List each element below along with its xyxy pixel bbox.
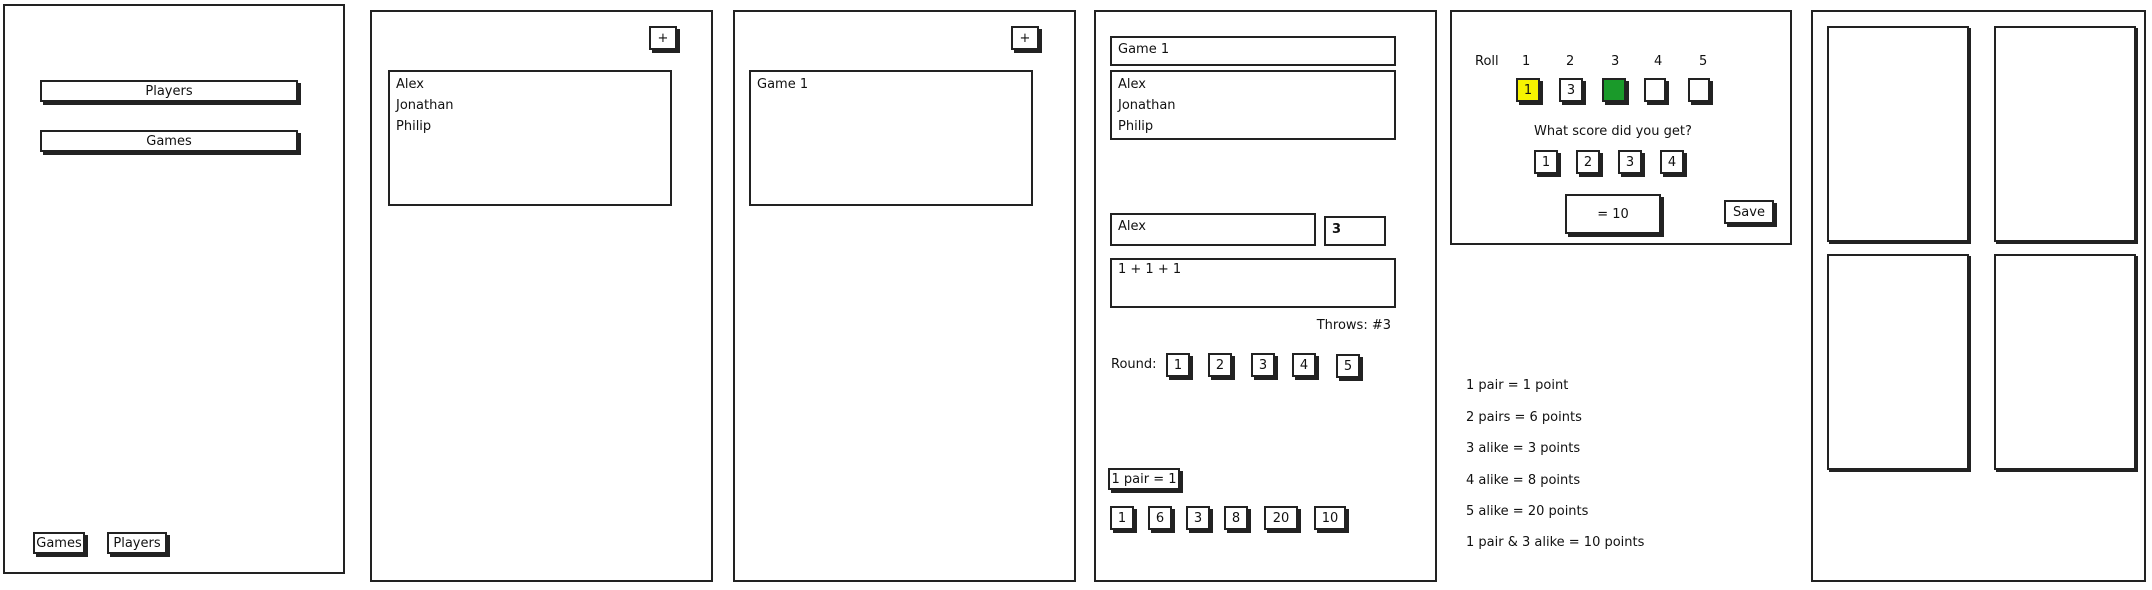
games-screen: + Game 1 (733, 10, 1076, 582)
point-button-1[interactable]: 1 (1110, 506, 1134, 530)
card-placeholder[interactable] (1827, 26, 1969, 242)
throws-counter: Throws: #3 (1316, 318, 1391, 333)
score-question: What score did you get? (1534, 124, 1692, 139)
score-history-field[interactable]: 1 + 1 + 1 (1110, 258, 1396, 308)
roll-screen: Roll 1 2 3 4 5 1 3 What score did you ge… (1450, 10, 1792, 245)
round-button-5[interactable]: 5 (1336, 354, 1360, 378)
list-item[interactable]: Alex (1118, 74, 1388, 95)
card-placeholder[interactable] (1994, 254, 2136, 470)
die-3[interactable] (1602, 78, 1626, 102)
score-button-2[interactable]: 2 (1576, 150, 1600, 174)
point-button-20[interactable]: 20 (1264, 506, 1298, 530)
rule-line: 5 alike = 20 points (1466, 504, 1589, 519)
current-player: Alex (1118, 219, 1146, 234)
round-button-2[interactable]: 2 (1208, 353, 1232, 377)
rule-line: 1 pair & 3 alike = 10 points (1466, 535, 1645, 550)
score-button-1[interactable]: 1 (1534, 150, 1558, 174)
rule-line: 4 alike = 8 points (1466, 473, 1581, 488)
round-button-4[interactable]: 4 (1292, 353, 1316, 377)
game-screen: Game 1 Alex Jonathan Philip Alex 3 1 + 1… (1094, 10, 1437, 582)
add-game-button[interactable]: + (1011, 26, 1039, 50)
roll-number: 5 (1699, 54, 1708, 69)
current-score: 3 (1332, 222, 1342, 237)
roll-number: 1 (1522, 54, 1531, 69)
home-screen: Players Games Games Players (3, 4, 345, 574)
die-4[interactable] (1644, 78, 1666, 102)
rule-line: 2 pairs = 6 points (1466, 410, 1582, 425)
tab-games[interactable]: Games (33, 532, 85, 554)
total-field: = 10 (1565, 194, 1661, 234)
players-list: Alex Jonathan Philip (388, 70, 672, 206)
round-label: Round: (1111, 357, 1157, 372)
card-placeholder[interactable] (1994, 26, 2136, 242)
save-button[interactable]: Save (1724, 200, 1774, 224)
roll-number: 3 (1611, 54, 1620, 69)
list-item[interactable]: Jonathan (1118, 95, 1388, 116)
game-players-list: Alex Jonathan Philip (1110, 70, 1396, 140)
roll-number: 4 (1654, 54, 1663, 69)
list-item[interactable]: Jonathan (396, 95, 664, 116)
card-placeholder[interactable] (1827, 254, 1969, 470)
die-1[interactable]: 1 (1516, 78, 1540, 102)
list-item[interactable]: Game 1 (757, 74, 1025, 95)
combo-label[interactable]: 1 pair = 1 (1108, 468, 1180, 490)
grid-screen (1811, 10, 2146, 582)
tab-players[interactable]: Players (107, 532, 167, 554)
point-button-3[interactable]: 3 (1186, 506, 1210, 530)
point-button-8[interactable]: 8 (1224, 506, 1248, 530)
die-2[interactable]: 3 (1559, 78, 1583, 102)
current-player-field[interactable]: Alex (1110, 213, 1316, 246)
games-list: Game 1 (749, 70, 1033, 206)
game-title-field[interactable]: Game 1 (1110, 36, 1396, 66)
point-button-6[interactable]: 6 (1148, 506, 1172, 530)
current-score-field[interactable]: 3 (1324, 216, 1386, 246)
rule-line: 1 pair = 1 point (1466, 378, 1569, 393)
game-title: Game 1 (1118, 42, 1170, 57)
roll-label: Roll (1475, 54, 1499, 69)
roll-number: 2 (1566, 54, 1575, 69)
list-item[interactable]: Alex (396, 74, 664, 95)
round-button-3[interactable]: 3 (1251, 353, 1275, 377)
score-history: 1 + 1 + 1 (1118, 262, 1182, 277)
rule-line: 3 alike = 3 points (1466, 441, 1581, 456)
die-5[interactable] (1688, 78, 1710, 102)
point-button-10[interactable]: 10 (1314, 506, 1346, 530)
round-button-1[interactable]: 1 (1166, 353, 1190, 377)
score-button-3[interactable]: 3 (1618, 150, 1642, 174)
players-screen: + Alex Jonathan Philip (370, 10, 713, 582)
players-button[interactable]: Players (40, 80, 298, 102)
games-button[interactable]: Games (40, 130, 298, 152)
list-item[interactable]: Philip (396, 116, 664, 137)
add-player-button[interactable]: + (649, 26, 677, 50)
list-item[interactable]: Philip (1118, 116, 1388, 137)
score-button-4[interactable]: 4 (1660, 150, 1684, 174)
